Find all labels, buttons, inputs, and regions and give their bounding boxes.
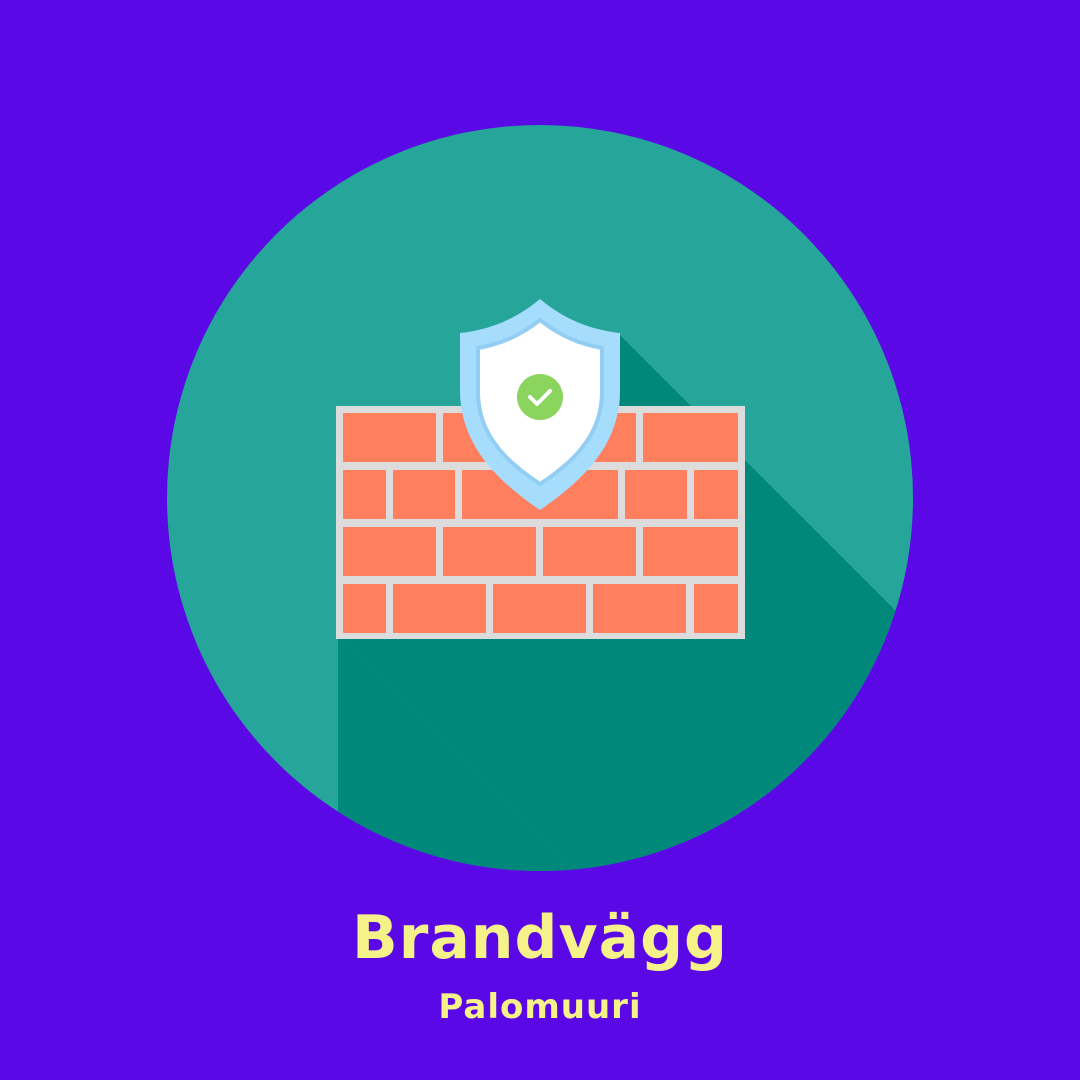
subtitle-label: Palomuuri	[438, 987, 642, 1027]
check-icon	[517, 374, 563, 420]
title-label: Brandvägg	[352, 903, 728, 973]
